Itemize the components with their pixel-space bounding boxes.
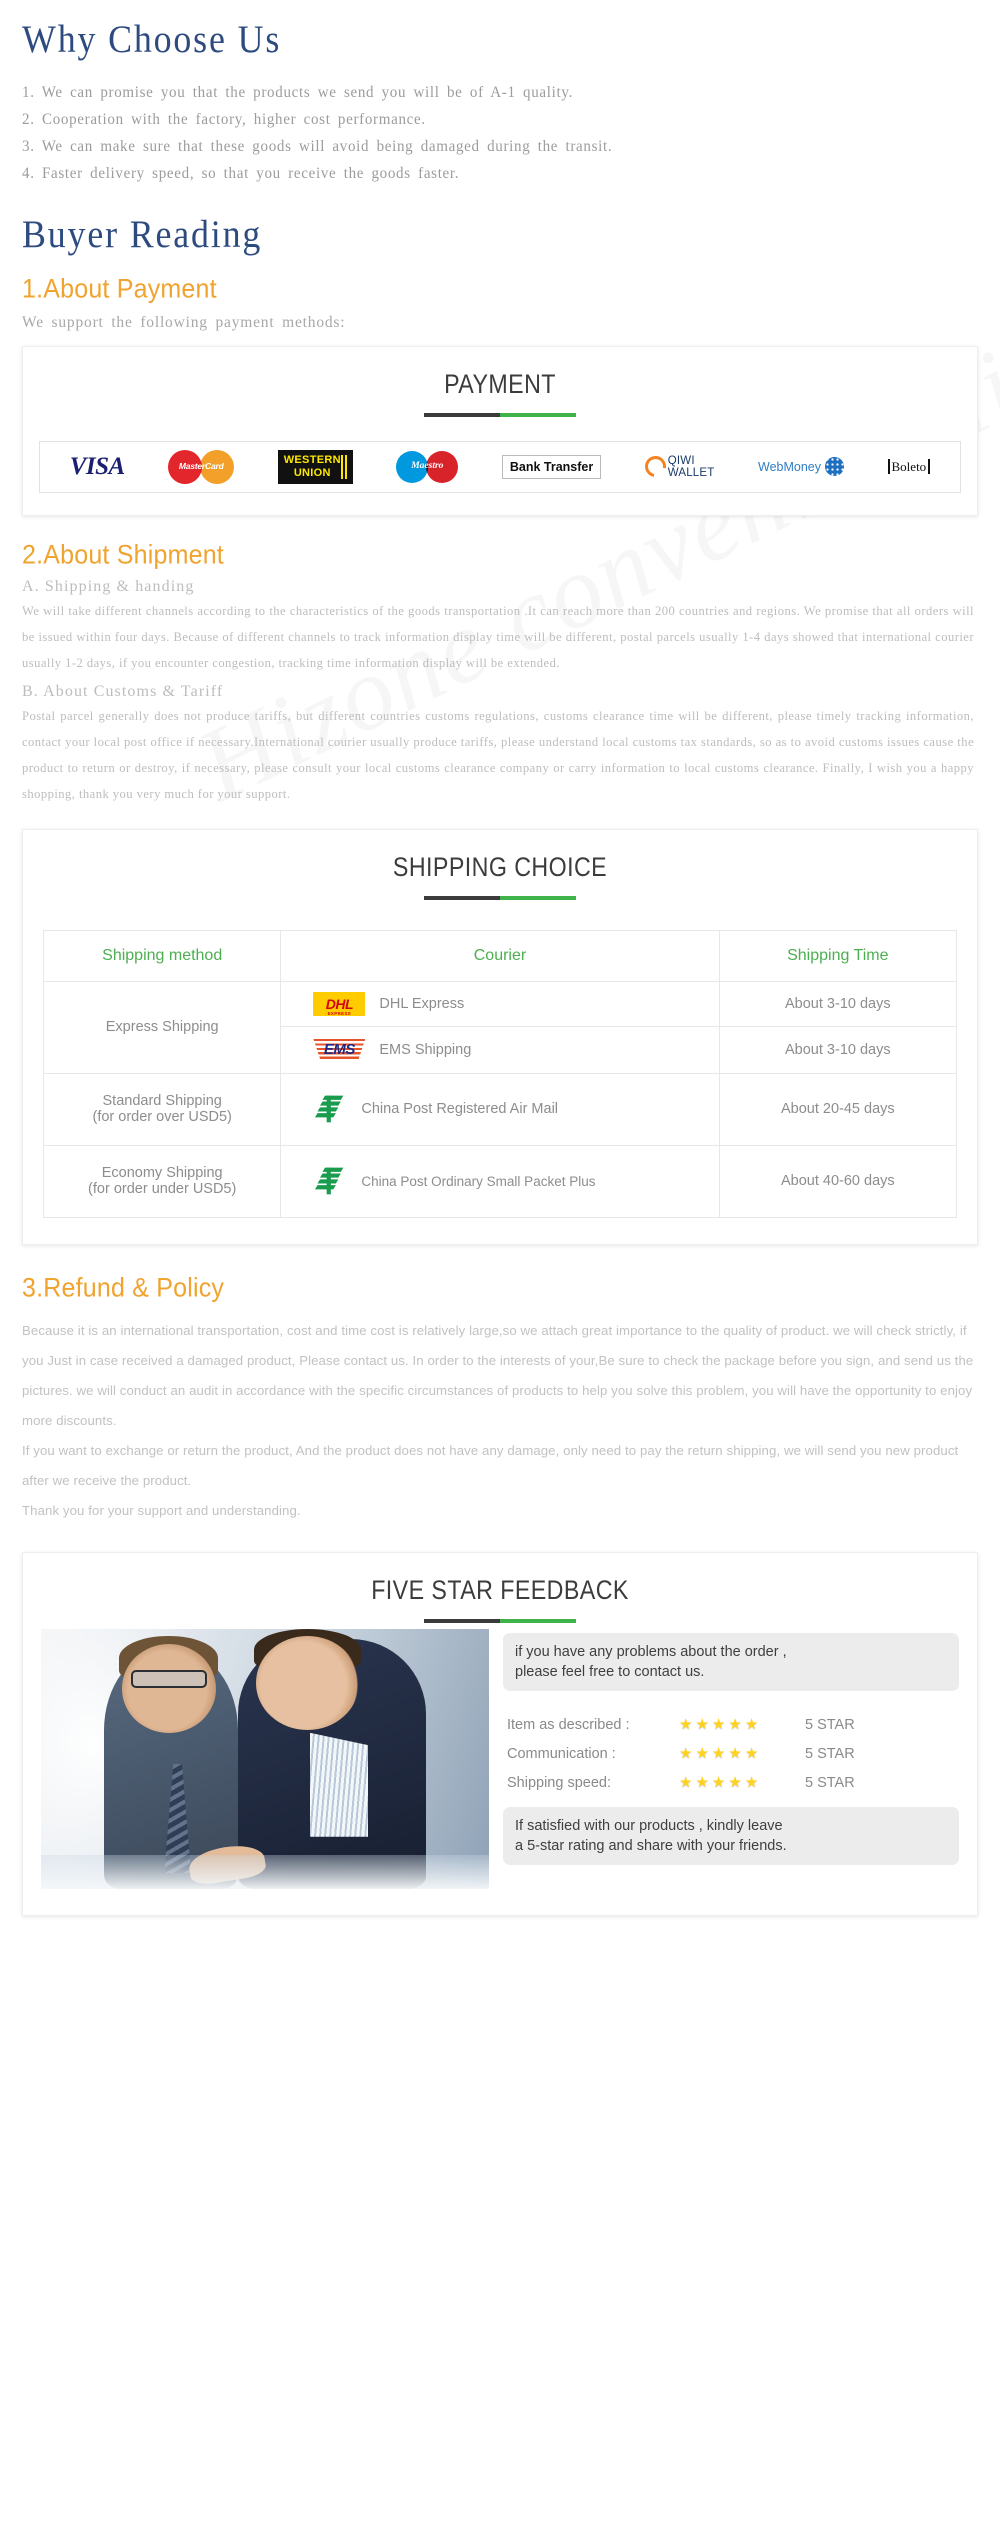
rating-request-bubble: If satisfied with our products , kindly …: [503, 1806, 959, 1865]
column-header-shipping-method: Shipping method: [42, 929, 282, 982]
shipping-title-rule: [424, 895, 576, 900]
shipping-choice-table: Shipping method Courier Shipping Time Ex…: [42, 929, 958, 1218]
refund-paragraph: Thank you for your support and understan…: [22, 1502, 301, 1518]
feedback-title-rule: [424, 1618, 576, 1623]
method-note: (for order under USD5): [88, 1181, 237, 1198]
cell-shipping-time: About 20-45 days: [718, 1072, 958, 1146]
table-row: Standard Shipping (for order over USD5): [42, 1072, 958, 1146]
rating-label: Communication :: [507, 1745, 616, 1762]
webmoney-logo: WebMoney: [758, 457, 845, 477]
refund-paragraphs: Because it is an international transport…: [22, 1316, 974, 1526]
ratings-list: Item as described : ★ ★ ★ ★ ★ 5 STAR Communi…: [507, 1717, 959, 1791]
cell-shipping-method: Standard Shipping (for order over USD5): [42, 1072, 282, 1146]
cell-shipping-method: Express Shipping: [42, 980, 282, 1074]
ems-logo: EMS: [313, 1037, 366, 1063]
china-post-logo: [313, 1094, 347, 1124]
rating-value: 5 STAR: [805, 1745, 855, 1762]
section-heading-about-shipment: 2.About Shipment: [22, 539, 224, 570]
payment-logo-strip: VISA MasterCard WESTERN UNION Maestro Ba…: [39, 440, 961, 493]
section-heading-about-payment: 1.About Payment: [22, 273, 217, 304]
cell-shipping-time: About 40-60 days: [718, 1144, 958, 1218]
dhl-logo: DHL EXPRESS: [313, 991, 366, 1016]
feedback-card-title: FIVE STAR FEEDBACK: [371, 1574, 629, 1605]
subheading-shipping-handing: A. Shipping & handing: [22, 577, 195, 595]
table-row: Express Shipping DHL EXPRESS DHL Express…: [42, 980, 958, 1074]
subheading-customs-tariff: B. About Customs & Tariff: [22, 682, 224, 700]
feedback-card: FIVE STAR FEEDBACK if you have any probl…: [22, 1551, 978, 1916]
refund-paragraph: Because it is an international transport…: [22, 1322, 974, 1428]
list-item: 3. We can make sure that these goods wil…: [22, 137, 613, 155]
cell-shipping-time: About 3-10 days: [718, 1025, 958, 1074]
qiwi-circle-icon: [640, 452, 670, 482]
payment-title-rule: [424, 412, 576, 417]
feedback-body: if you have any problems about the order…: [23, 1623, 977, 1915]
china-post-logo: [313, 1166, 347, 1196]
western-union-logo: WESTERN UNION: [277, 449, 353, 484]
payment-card: PAYMENT VISA MasterCard WESTERN UNION Ma…: [22, 345, 978, 516]
feedback-photo: [41, 1628, 489, 1889]
rating-row-item-as-described: Item as described : ★ ★ ★ ★ ★ 5 STAR: [507, 1717, 959, 1733]
maestro-logo: Maestro: [396, 450, 459, 483]
column-header-shipping-time: Shipping Time: [718, 929, 958, 982]
section-heading-refund-policy: 3.Refund & Policy: [22, 1272, 225, 1303]
cell-courier: China Post Registered Air Mail: [280, 1072, 720, 1146]
method-name: Standard Shipping: [102, 1093, 222, 1110]
courier-name: DHL Express: [379, 995, 465, 1012]
bank-transfer-logo: Bank Transfer: [501, 454, 602, 479]
contact-bubble: if you have any problems about the order…: [503, 1632, 959, 1691]
payment-lead-text: We support the following payment methods…: [22, 313, 346, 331]
method-note: (for order over USD5): [92, 1109, 232, 1126]
courier-name: China Post Ordinary Small Packet Plus: [361, 1173, 596, 1189]
rating-label: Shipping speed:: [507, 1774, 611, 1791]
shipping-choice-title: SHIPPING CHOICE: [392, 851, 608, 882]
paragraph-shipping-handing: We will take different channels accordin…: [22, 603, 974, 670]
list-item: 2. Cooperation with the factory, higher …: [22, 110, 426, 128]
cell-shipping-time: About 3-10 days: [718, 980, 958, 1027]
payment-card-title: PAYMENT: [444, 368, 556, 399]
cell-shipping-method: Economy Shipping (for order under USD5): [42, 1144, 282, 1218]
table-header-row: Shipping method Courier Shipping Time: [42, 929, 958, 982]
cell-courier: DHL EXPRESS DHL Express: [280, 980, 720, 1027]
column-header-courier: Courier: [280, 929, 720, 982]
page-root: Why Choose Us 1. We can promise you that…: [0, 18, 1000, 1916]
rating-row-communication: Communication : ★ ★ ★ ★ ★ 5 STAR: [507, 1746, 959, 1762]
list-item: 1. We can promise you that the products …: [22, 83, 574, 101]
refund-paragraph: If you want to exchange or return the pr…: [22, 1442, 959, 1488]
shipping-choice-card: SHIPPING CHOICE Shipping method Courier …: [22, 828, 978, 1245]
cell-courier: EMS EMS Shipping: [280, 1025, 720, 1074]
page-title-buyer-reading: Buyer Reading: [22, 212, 263, 256]
method-name: Economy Shipping: [101, 1165, 223, 1182]
rating-row-shipping-speed: Shipping speed: ★ ★ ★ ★ ★ 5 STAR: [507, 1775, 959, 1791]
webmoney-globe-icon: [825, 457, 845, 477]
paragraph-customs-tariff: Postal parcel generally does not produce…: [22, 708, 974, 801]
page-title-why-choose-us: Why Choose Us: [22, 18, 282, 61]
star-rating-icon: ★ ★ ★ ★ ★: [679, 1745, 759, 1763]
courier-name: EMS Shipping: [379, 1041, 472, 1058]
star-rating-icon: ★ ★ ★ ★ ★: [679, 1716, 759, 1734]
rating-value: 5 STAR: [805, 1774, 855, 1791]
feedback-right-column: if you have any problems about the order…: [503, 1629, 959, 1865]
why-choose-list: 1. We can promise you that the products …: [22, 79, 988, 187]
mastercard-logo: MasterCard: [168, 449, 235, 484]
rating-value: 5 STAR: [805, 1716, 855, 1733]
table-row: Economy Shipping (for order under USD5): [42, 1144, 958, 1218]
list-item: 4. Faster delivery speed, so that you re…: [22, 164, 460, 182]
courier-name: China Post Registered Air Mail: [361, 1101, 559, 1118]
cell-courier: China Post Ordinary Small Packet Plus: [280, 1144, 720, 1218]
visa-logo: VISA: [69, 452, 125, 480]
rating-label: Item as described :: [507, 1716, 630, 1733]
star-rating-icon: ★ ★ ★ ★ ★: [679, 1774, 759, 1792]
qiwi-wallet-logo: QIWI WALLET: [640, 452, 715, 482]
boleto-logo: Boleto: [887, 458, 931, 476]
